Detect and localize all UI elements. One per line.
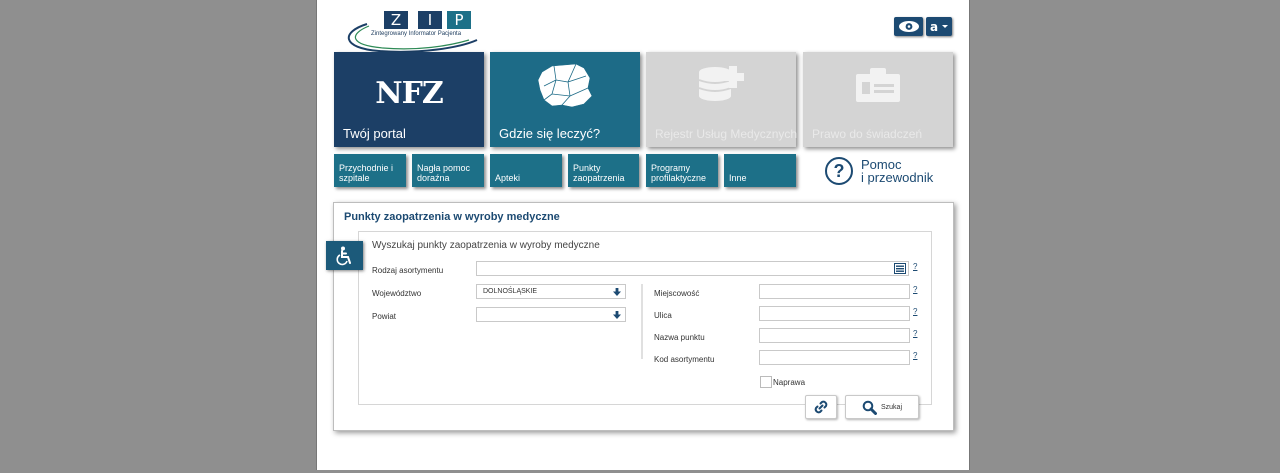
list-picker-icon[interactable] [894, 263, 906, 274]
accessibility-menu-icon: a [930, 20, 948, 33]
tile-gdzie-sie-leczyc[interactable]: Gdzie się leczyć? [490, 52, 640, 147]
tile-label: Twój portal [343, 126, 406, 141]
arrow-down-icon [613, 311, 621, 319]
search-panel: Punkty zaopatrzenia w wyroby medyczne Wy… [333, 202, 954, 431]
tile-label: Rejestr Usług Medycznych [655, 127, 798, 141]
category-punkty-zaopatrzenia[interactable]: Punkty zaopatrzenia [568, 154, 639, 187]
help-line-2: i przewodnik [861, 170, 934, 185]
svg-text:a: a [930, 20, 938, 33]
wojewodztwo-value: DOLNOŚLĄSKIE [483, 288, 538, 295]
label-naprawa: Naprawa [773, 378, 806, 387]
nazwa-punktu-input[interactable] [759, 328, 910, 343]
tile-rejestr-uslug[interactable]: Rejestr Usług Medycznych [646, 52, 798, 147]
nfz-logo: NFZ [334, 62, 484, 111]
logo-tagline: Zintegrowany Informator Pacjenta [371, 31, 462, 37]
help-guide-link[interactable]: ? Pomoc i przewodnik [825, 154, 933, 188]
tile-prawo-do-swiadczen[interactable]: Prawo do świadczeń [803, 52, 953, 147]
miejscowosc-input[interactable] [759, 284, 910, 299]
question-icon: ? [825, 157, 853, 185]
id-card-icon [856, 68, 900, 102]
help-mark-nazwa[interactable]: ? [913, 329, 917, 338]
zip-logo[interactable]: Z I P Zintegrowany Informator Pacjenta [339, 8, 479, 52]
category-przychodnie[interactable]: Przychodnie i szpitale [334, 154, 406, 187]
chain-link-icon [814, 400, 828, 414]
tile-label: Gdzie się leczyć? [499, 126, 601, 141]
tile-twoj-portal[interactable]: NFZ Twój portal [334, 52, 484, 147]
eye-icon [898, 21, 919, 32]
arrow-down-icon [613, 288, 621, 296]
link-button[interactable] [805, 395, 837, 419]
accessibility-tab[interactable] [326, 241, 363, 270]
category-inne[interactable]: Inne [724, 154, 796, 187]
form-title: Wyszukaj punkty zaopatrzenia w wyroby me… [372, 240, 600, 251]
category-apteki[interactable]: Apteki [490, 154, 562, 187]
label-miejscowosc: Miejscowość [654, 289, 700, 298]
category-programy[interactable]: Programy profilaktyczne [646, 154, 718, 187]
rodzaj-asortymentu-input[interactable] [476, 261, 909, 276]
category-nagla-pomoc[interactable]: Nagła pomoc doraźna [412, 154, 484, 187]
powiat-select[interactable] [476, 307, 626, 322]
accessibility-menu-button[interactable]: a [926, 17, 952, 36]
wojewodztwo-select[interactable]: DOLNOŚLĄSKIE [476, 284, 626, 299]
tile-label: Prawo do świadczeń [812, 127, 923, 141]
help-mark-miejscowosc[interactable]: ? [913, 285, 917, 294]
database-plus-icon [698, 66, 744, 101]
label-kod-asortymentu: Kod asortymentu [654, 355, 715, 364]
search-button-label: Szukaj [880, 403, 902, 411]
magnifier-icon [862, 400, 877, 415]
label-rodzaj: Rodzaj asortymentu [372, 266, 444, 275]
poland-map-icon [537, 63, 593, 108]
help-mark-kod[interactable]: ? [913, 351, 917, 360]
label-wojewodztwo: Województwo [372, 289, 422, 298]
naprawa-checkbox[interactable] [760, 376, 772, 388]
column-divider [641, 284, 643, 359]
help-mark-ulica[interactable]: ? [913, 307, 917, 316]
ulica-input[interactable] [759, 306, 910, 321]
label-nazwa-punktu: Nazwa punktu [654, 333, 705, 342]
help-mark-rodzaj[interactable]: ? [913, 262, 917, 271]
page: Z I P Zintegrowany Informator Pacjenta a… [316, 0, 970, 470]
high-contrast-button[interactable] [894, 17, 923, 36]
nfz-logo-text: NFZ [375, 76, 444, 111]
wheelchair-icon [335, 246, 351, 265]
label-ulica: Ulica [654, 311, 672, 320]
search-form: Wyszukaj punkty zaopatrzenia w wyroby me… [358, 231, 932, 405]
kod-asortymentu-input[interactable] [759, 350, 910, 365]
search-button[interactable]: Szukaj [845, 395, 919, 419]
label-powiat: Powiat [372, 312, 397, 321]
panel-title: Punkty zaopatrzenia w wyroby medyczne [344, 211, 560, 223]
